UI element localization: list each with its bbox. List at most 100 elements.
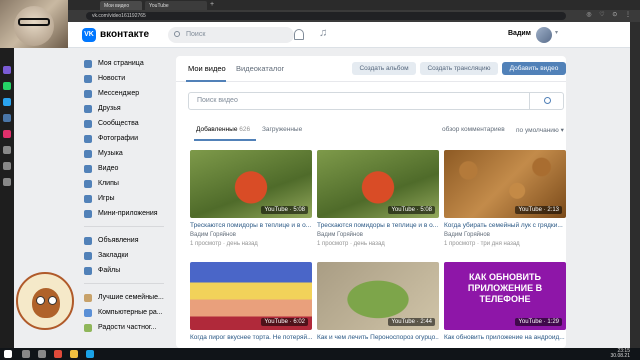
vk-header: VK вконтакте Поиск ♫ Вадим ▾ — [14, 22, 630, 48]
games-icon — [84, 194, 92, 203]
video-thumbnail[interactable]: YouTube · 5:08 — [317, 150, 439, 218]
community-avatar-icon — [84, 293, 92, 302]
video-title[interactable]: Как и чем лечить Пероноспороз огурцо... — [317, 334, 439, 341]
video-title[interactable]: Когда пирог вкуснее торта. Не потеряй... — [190, 334, 312, 341]
ads-icon — [84, 236, 92, 245]
sidebar-item-label: Мессенджер — [98, 90, 140, 97]
sidebar-community-3[interactable]: Радости частног... — [84, 320, 174, 335]
sidebar-item-bookmarks[interactable]: Закладки — [84, 248, 174, 263]
sidebar-item-label: Клипы — [98, 180, 119, 187]
avatar[interactable] — [536, 27, 552, 43]
create-stream-button[interactable]: Создать трансляцию — [420, 62, 498, 75]
sidebar-item-clips[interactable]: Клипы — [84, 176, 174, 191]
video-card[interactable]: YouTube · 5:08 Трескаются помидоры в теп… — [190, 150, 312, 247]
video-title[interactable]: Трескаются помидоры в теплице и в о... — [317, 222, 439, 229]
new-tab-icon[interactable]: + — [210, 1, 214, 8]
search-icon[interactable] — [22, 350, 30, 358]
sidebar-item-music[interactable]: Музыка — [84, 146, 174, 161]
video-thumbnail[interactable]: YouTube · 5:08 — [190, 150, 312, 218]
vk-logo-text[interactable]: вконтакте — [100, 29, 149, 40]
browser-toolbar-icons[interactable]: ◎ ♡ ⊙ ⋮ — [586, 11, 634, 18]
folder-icon[interactable] — [70, 350, 78, 358]
vk-logo-icon[interactable]: VK — [82, 28, 96, 42]
video-card[interactable]: YouTube · 2:13 Когда убирать семейный лу… — [444, 150, 566, 247]
owl-eye-icon — [48, 296, 57, 305]
video-title[interactable]: Трескаются помидоры в теплице и в о... — [190, 222, 312, 229]
glasses-icon — [18, 18, 50, 26]
apps-icon — [84, 209, 92, 218]
video-duration-badge: YouTube · 6:02 — [261, 318, 308, 326]
browser-tab-youtube[interactable]: YouTube — [145, 1, 207, 10]
sidebar-item-games[interactable]: Игры — [84, 191, 174, 206]
chevron-down-icon[interactable]: ▾ — [555, 29, 558, 36]
vk-icon[interactable] — [3, 114, 11, 122]
video-thumbnail[interactable]: КАК ОБНОВИТЬ ПРИЛОЖЕНИЕ В ТЕЛЕФОНЕ YouTu… — [444, 262, 566, 330]
video-author[interactable]: Вадим Горяйнов — [317, 232, 439, 238]
sidebar-item-video[interactable]: Видео — [84, 161, 174, 176]
settings-icon[interactable] — [3, 178, 11, 186]
sidebar-community-2[interactable]: Компьютерные ра... — [84, 305, 174, 320]
taskbar-clock[interactable]: 23:15 30.08.21 — [611, 349, 630, 359]
sidebar-item-news[interactable]: Новости — [84, 71, 174, 86]
tab-video-catalog[interactable]: Видеокаталог — [236, 64, 284, 73]
sidebar-item-ads[interactable]: Объявления — [84, 233, 174, 248]
browser-right-toolbar — [630, 22, 640, 348]
sidebar-community-1[interactable]: Лучшие семейные... — [84, 290, 174, 305]
community-avatar-icon — [84, 308, 92, 317]
subtab-added[interactable]: Добавленные 626 — [196, 126, 250, 133]
sidebar-item-label: Радости частног... — [98, 324, 157, 331]
windows-start-icon[interactable] — [4, 350, 12, 358]
video-title[interactable]: Когда убирать семейный лук с грядки... — [444, 222, 566, 229]
sidebar-item-my-page[interactable]: Моя страница — [84, 56, 174, 71]
header-search-placeholder: Поиск — [186, 31, 206, 38]
create-album-button[interactable]: Создать альбом — [352, 62, 416, 75]
search-icon — [174, 31, 180, 37]
video-search-button[interactable] — [529, 93, 565, 109]
video-search-input[interactable]: Поиск видео — [188, 92, 564, 110]
video-author[interactable]: Вадим Горяйнов — [190, 232, 312, 238]
subtab-uploaded[interactable]: Загруженные — [262, 126, 302, 133]
header-search-input[interactable]: Поиск — [168, 27, 294, 43]
video-author[interactable]: Вадим Горяйнов — [444, 232, 566, 238]
user-icon — [84, 59, 92, 68]
subtab-added-label: Добавленные — [196, 126, 238, 133]
heart-icon[interactable] — [3, 162, 11, 170]
sidebar-item-label: Закладки — [98, 252, 129, 259]
whatsapp-icon[interactable] — [3, 82, 11, 90]
clock-icon[interactable] — [3, 146, 11, 154]
sort-dropdown[interactable]: по умолчанию ▾ — [516, 126, 564, 134]
user-name[interactable]: Вадим — [508, 30, 531, 37]
subtab-added-count: 626 — [239, 126, 251, 133]
video-card[interactable]: YouTube · 5:08 Трескаются помидоры в теп… — [317, 150, 439, 247]
task-view-icon[interactable] — [38, 350, 46, 358]
app-icon[interactable] — [86, 350, 94, 358]
instagram-icon[interactable] — [3, 130, 11, 138]
messenger-icon[interactable] — [3, 66, 11, 74]
sidebar-item-label: Лучшие семейные... — [98, 294, 164, 301]
address-bar[interactable]: vk.com/video161192765 — [86, 12, 566, 20]
video-thumbnail[interactable]: YouTube · 2:13 — [444, 150, 566, 218]
video-title[interactable]: Как обновить приложение на андроид... — [444, 334, 566, 341]
community-avatar-icon — [84, 323, 92, 332]
sidebar-item-files[interactable]: Файлы — [84, 263, 174, 278]
sidebar-item-friends[interactable]: Друзья — [84, 101, 174, 116]
video-card[interactable]: YouTube · 2:44 Как и чем лечить Пероносп… — [317, 262, 439, 341]
video-card[interactable]: YouTube · 6:02 Когда пирог вкуснее торта… — [190, 262, 312, 341]
telegram-icon[interactable] — [3, 98, 11, 106]
sidebar-item-label: Игры — [98, 195, 115, 202]
add-video-button[interactable]: Добавить видео — [502, 62, 566, 75]
browser-tab-vk[interactable]: Мои видео — [100, 1, 142, 10]
notifications-bell-icon[interactable] — [294, 29, 304, 40]
sidebar-item-mini-apps[interactable]: Мини-приложения — [84, 206, 174, 221]
video-card[interactable]: КАК ОБНОВИТЬ ПРИЛОЖЕНИЕ В ТЕЛЕФОНЕ YouTu… — [444, 262, 566, 341]
tab-my-videos[interactable]: Мои видео — [188, 64, 226, 73]
comments-review-link[interactable]: обзор комментариев — [442, 126, 505, 133]
video-thumbnail[interactable]: YouTube · 2:44 — [317, 262, 439, 330]
sidebar-item-communities[interactable]: Сообщества — [84, 116, 174, 131]
music-note-icon[interactable]: ♫ — [319, 27, 327, 39]
opera-icon[interactable] — [54, 350, 62, 358]
sidebar-item-photos[interactable]: Фотографии — [84, 131, 174, 146]
sidebar-item-messenger[interactable]: Мессенджер — [84, 86, 174, 101]
active-subtab-indicator — [194, 139, 256, 141]
video-thumbnail[interactable]: YouTube · 6:02 — [190, 262, 312, 330]
